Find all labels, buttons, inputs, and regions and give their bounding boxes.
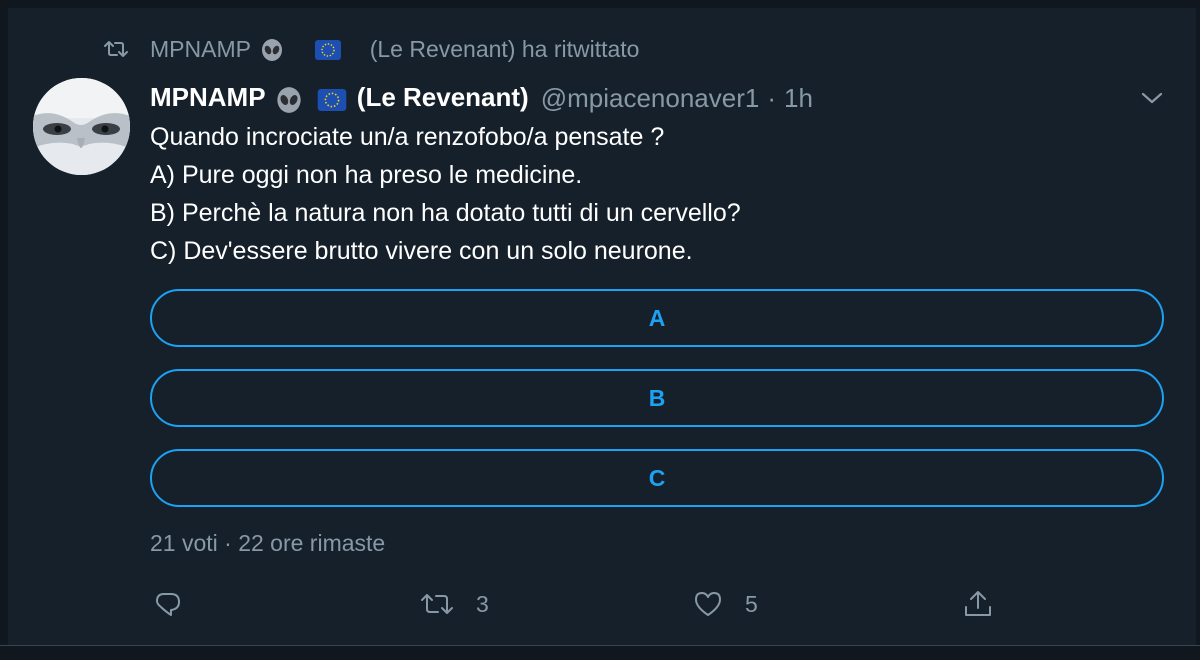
tweet-line: C) Dev'essere brutto vivere con un solo … <box>150 237 693 265</box>
retweet-count: 3 <box>476 590 489 617</box>
tweet-line: A) Pure oggi non ha preso le medicine. <box>150 161 583 189</box>
like-icon <box>695 592 721 616</box>
retweet-context[interactable]: MPNAMP (Le Revenant) ha ritwittato <box>104 34 639 64</box>
tweet-line: Quando incrociate un/a renzofobo/a pensa… <box>150 123 665 151</box>
reply-button[interactable] <box>154 586 204 622</box>
chevron-down-icon[interactable] <box>1138 84 1166 112</box>
alien-emoji-icon <box>277 86 301 113</box>
avatar[interactable] <box>33 78 130 175</box>
tweet-timestamp[interactable]: 1h <box>784 83 813 114</box>
share-icon <box>965 591 991 616</box>
user-handle[interactable]: @mpiacenonaver1 <box>541 83 760 114</box>
display-name-prefix: MPNAMP <box>150 82 266 113</box>
retweet-icon <box>421 594 453 614</box>
like-button[interactable]: 5 <box>693 586 758 622</box>
window-top-border <box>0 0 1200 8</box>
share-button[interactable] <box>962 586 1016 622</box>
tweet-line: B) Perchè la natura non ha dotato tutti … <box>150 199 741 227</box>
retweet-suffix: (Le Revenant) ha ritwittato <box>369 35 640 62</box>
window-right-border <box>1196 0 1200 659</box>
like-count: 5 <box>745 590 758 617</box>
retweet-icon <box>104 41 128 57</box>
window-bottom-border <box>0 645 1200 660</box>
poll-option-c[interactable]: C <box>150 449 1164 507</box>
display-name-suffix: (Le Revenant) <box>356 82 529 113</box>
eu-flag-icon <box>317 88 346 111</box>
display-name[interactable]: MPNAMP (Le Revenant) <box>150 82 529 113</box>
tweet-text: Quando incrociate un/a renzofobo/a pensa… <box>150 118 741 270</box>
poll-meta: 21 voti · 22 ore rimaste <box>150 530 386 556</box>
tweet-header: MPNAMP (Le Revenant) @mpiacenonaver1 · 1… <box>150 80 813 116</box>
retweeter-name[interactable]: MPNAMP <box>150 36 251 62</box>
poll-option-b[interactable]: B <box>150 369 1164 427</box>
reply-icon <box>156 593 180 616</box>
poll-option-a[interactable]: A <box>150 289 1164 347</box>
alien-emoji-icon <box>261 39 282 62</box>
eu-flag-icon <box>315 40 342 61</box>
window-left-border <box>0 0 8 659</box>
header-separator: · <box>767 82 777 113</box>
retweet-button[interactable]: 3 <box>420 586 489 622</box>
avatar-image <box>33 78 130 175</box>
